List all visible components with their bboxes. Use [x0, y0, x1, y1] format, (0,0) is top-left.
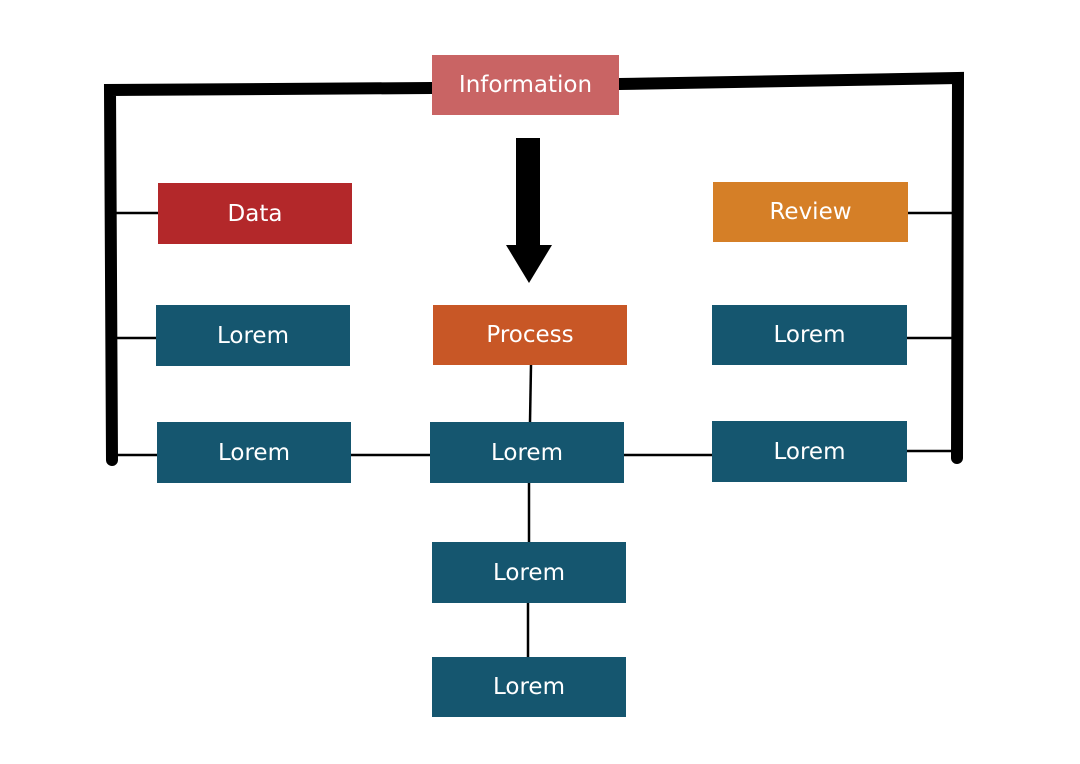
node-center-3: Lorem: [432, 657, 626, 717]
down-arrow-shaft: [516, 138, 540, 246]
node-label: Data: [227, 200, 283, 227]
node-center-1: Lorem: [430, 422, 624, 483]
node-process: Process: [433, 305, 627, 365]
node-label: Lorem: [493, 674, 565, 700]
diagram-canvas: Information Data Review Process Lorem Lo…: [0, 0, 1080, 764]
left-frame-bracket: [103, 82, 438, 466]
node-label: Lorem: [773, 438, 846, 465]
node-right-2: Lorem: [712, 421, 907, 482]
node-label: Lorem: [491, 439, 563, 466]
node-data: Data: [158, 183, 352, 244]
node-label: Information: [458, 72, 593, 98]
node-label: Review: [769, 199, 852, 225]
node-label: Lorem: [493, 559, 565, 586]
node-review: Review: [713, 182, 908, 242]
node-label: Lorem: [218, 439, 290, 466]
node-label: Lorem: [773, 322, 846, 348]
node-label: Lorem: [217, 322, 289, 349]
right-frame-bracket: [613, 71, 965, 464]
node-center-2: Lorem: [432, 542, 626, 603]
node-left-2: Lorem: [157, 422, 351, 483]
node-right-1: Lorem: [712, 305, 907, 365]
node-information: Information: [432, 55, 619, 115]
node-left-1: Lorem: [156, 305, 350, 366]
down-arrow-head: [506, 245, 552, 283]
connector-process-center1: [528, 364, 533, 423]
node-label: Process: [486, 322, 574, 348]
